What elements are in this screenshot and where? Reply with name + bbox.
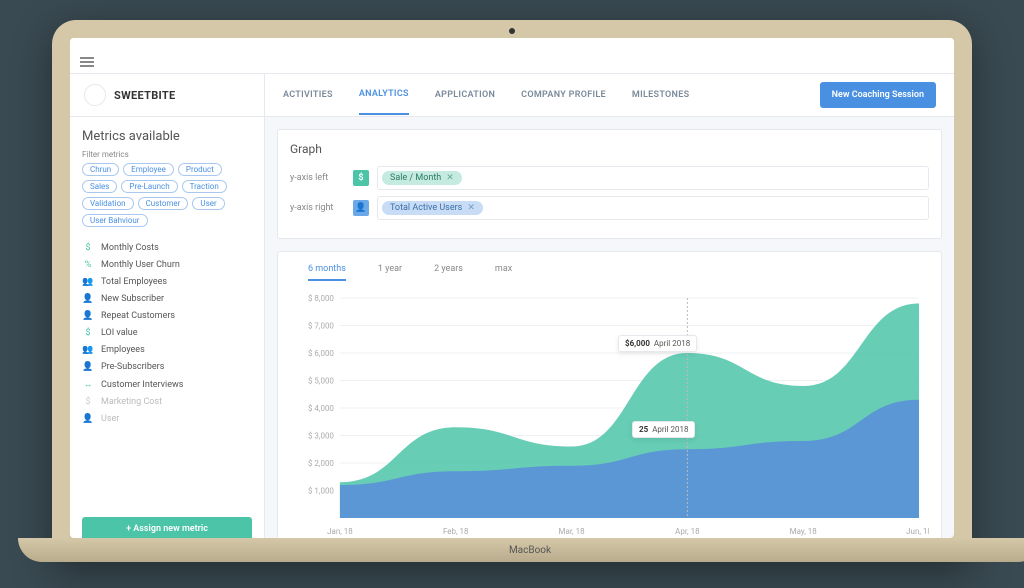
main-tabs: ACTIVITIES ANALYTICS APPLICATION COMPANY PR… [265, 75, 954, 115]
tab-activities[interactable]: ACTIVITIES [283, 76, 333, 114]
close-icon[interactable]: ✕ [446, 173, 454, 183]
metric-item[interactable]: $ Monthly Costs [82, 243, 252, 253]
svg-text:Feb, 18: Feb, 18 [443, 527, 469, 536]
filter-label: Filter metrics [82, 150, 252, 159]
metric-icon: $ [82, 397, 94, 407]
time-ranges: 6 months 1 year 2 years max [290, 264, 929, 287]
svg-text:$ 5,000: $ 5,000 [308, 376, 334, 385]
metric-item[interactable]: 👥 Total Employees [82, 277, 252, 287]
metric-icon: $ [82, 328, 94, 338]
metric-icon: $ [82, 243, 94, 253]
chart-card: 6 months1 year2 yearsmax $ 1,000$ 2,000$… [277, 251, 942, 538]
filter-pill[interactable]: User Bahviour [82, 214, 148, 227]
y-left-label: y-axis left [290, 173, 345, 183]
svg-text:Apr, 18: Apr, 18 [675, 527, 700, 536]
svg-text:$ 2,000: $ 2,000 [308, 459, 334, 468]
filter-pill[interactable]: Traction [182, 180, 227, 193]
metric-list: $ Monthly Costs% Monthly User Churn 👥 Total … [82, 243, 252, 424]
metric-icon: 👤 [82, 362, 94, 372]
filter-pill[interactable]: Validation [82, 197, 134, 210]
y-right-chip[interactable]: Total Active Users ✕ [382, 201, 483, 215]
y-right-label: y-axis right [290, 203, 345, 213]
metric-item: 👤 User [82, 414, 252, 424]
metric-item[interactable]: 👤 Repeat Customers [82, 311, 252, 321]
metric-label: User [101, 414, 119, 424]
sidebar: Metrics available Filter metrics Chrun Em… [70, 117, 265, 538]
laptop-base: MacBook [18, 538, 1024, 562]
menu-icon[interactable] [80, 57, 94, 67]
filter-pill[interactable]: Product [178, 163, 222, 176]
range-1-year[interactable]: 1 year [378, 264, 402, 281]
metric-label: Customer Interviews [101, 380, 183, 390]
tooltip-users: 25April 2018 [632, 421, 695, 438]
metric-item[interactable]: $ LOI value [82, 328, 252, 338]
metric-label: Monthly User Churn [101, 260, 180, 270]
range-2-years[interactable]: 2 years [434, 264, 463, 281]
graph-title: Graph [290, 142, 929, 156]
y-right-chipbar[interactable]: Total Active Users ✕ [377, 196, 929, 220]
svg-text:$ 1,000: $ 1,000 [308, 486, 334, 495]
svg-text:$ 3,000: $ 3,000 [308, 431, 334, 440]
range-6-months[interactable]: 6 months [308, 264, 346, 281]
svg-text:Jun, 18: Jun, 18 [906, 527, 929, 536]
filter-pills: Chrun Employee Product Sales Pre-Launch Tract… [82, 163, 252, 227]
svg-text:$ 8,000: $ 8,000 [308, 294, 334, 303]
filter-pill[interactable]: Sales [82, 180, 117, 193]
metric-icon: ↔ [82, 379, 94, 390]
metric-item[interactable]: ↔ Customer Interviews [82, 379, 252, 390]
tab-milestones[interactable]: MILESTONES [632, 76, 689, 114]
metric-icon: 👤 [82, 414, 94, 424]
metric-item[interactable]: % Monthly User Churn [82, 260, 252, 270]
tab-company-profile[interactable]: COMPANY PROFILE [521, 76, 606, 114]
filter-pill[interactable]: Chrun [82, 163, 119, 176]
metric-item: $ Marketing Cost [82, 397, 252, 407]
tooltip-sale: $6,000April 2018 [618, 335, 697, 352]
metric-icon: 👥 [82, 277, 94, 287]
metric-item[interactable]: 👥 Employees [82, 345, 252, 355]
new-coaching-session-button[interactable]: New Coaching Session [820, 82, 936, 108]
metric-label: Total Employees [101, 277, 167, 287]
metric-label: Marketing Cost [101, 397, 162, 407]
tab-application[interactable]: APPLICATION [435, 76, 495, 114]
range-max[interactable]: max [495, 264, 512, 281]
svg-text:Mar, 18: Mar, 18 [559, 527, 586, 536]
svg-text:Jan, 18: Jan, 18 [327, 527, 353, 536]
metric-label: Monthly Costs [101, 243, 159, 253]
metric-label: LOI value [101, 328, 138, 338]
metric-icon: 👤 [82, 294, 94, 304]
assign-metric-button[interactable]: + Assign new metric [82, 517, 252, 538]
metric-icon: 👤 [82, 311, 94, 321]
metric-item[interactable]: 👤 Pre-Subscribers [82, 362, 252, 372]
filter-pill[interactable]: Customer [138, 197, 189, 210]
user-icon: 👤 [353, 200, 369, 216]
y-left-chip[interactable]: Sale / Month ✕ [382, 171, 462, 185]
brand: SWEETBITE [70, 74, 265, 116]
metric-label: Repeat Customers [101, 311, 175, 321]
sidebar-title: Metrics available [82, 129, 252, 144]
metric-icon: 👥 [82, 345, 94, 355]
y-left-chipbar[interactable]: Sale / Month ✕ [377, 166, 929, 190]
metric-item[interactable]: 👤 New Subscriber [82, 294, 252, 304]
brand-logo [84, 84, 106, 106]
chart-area: $ 1,000 $ 2,000 $ 3,000 $ 4,000 $ 5,000 $ 6,0… [290, 293, 929, 538]
metric-label: New Subscriber [101, 294, 164, 304]
filter-pill[interactable]: Employee [123, 163, 174, 176]
metric-label: Employees [101, 345, 145, 355]
close-icon[interactable]: ✕ [467, 203, 475, 213]
svg-text:$ 6,000: $ 6,000 [308, 349, 334, 358]
metric-label: Pre-Subscribers [101, 362, 164, 372]
metric-icon: % [82, 260, 94, 270]
dollar-icon: $ [353, 170, 369, 186]
brand-name: SWEETBITE [114, 89, 175, 102]
svg-text:$ 7,000: $ 7,000 [308, 321, 334, 330]
filter-pill[interactable]: User [192, 197, 224, 210]
svg-text:$ 4,000: $ 4,000 [308, 404, 334, 413]
svg-text:May, 18: May, 18 [790, 527, 818, 536]
tab-analytics[interactable]: ANALYTICS [359, 75, 409, 115]
filter-pill[interactable]: Pre-Launch [121, 180, 177, 193]
graph-config-card: Graph y-axis left $ Sale / Month ✕ y-axi… [277, 129, 942, 239]
